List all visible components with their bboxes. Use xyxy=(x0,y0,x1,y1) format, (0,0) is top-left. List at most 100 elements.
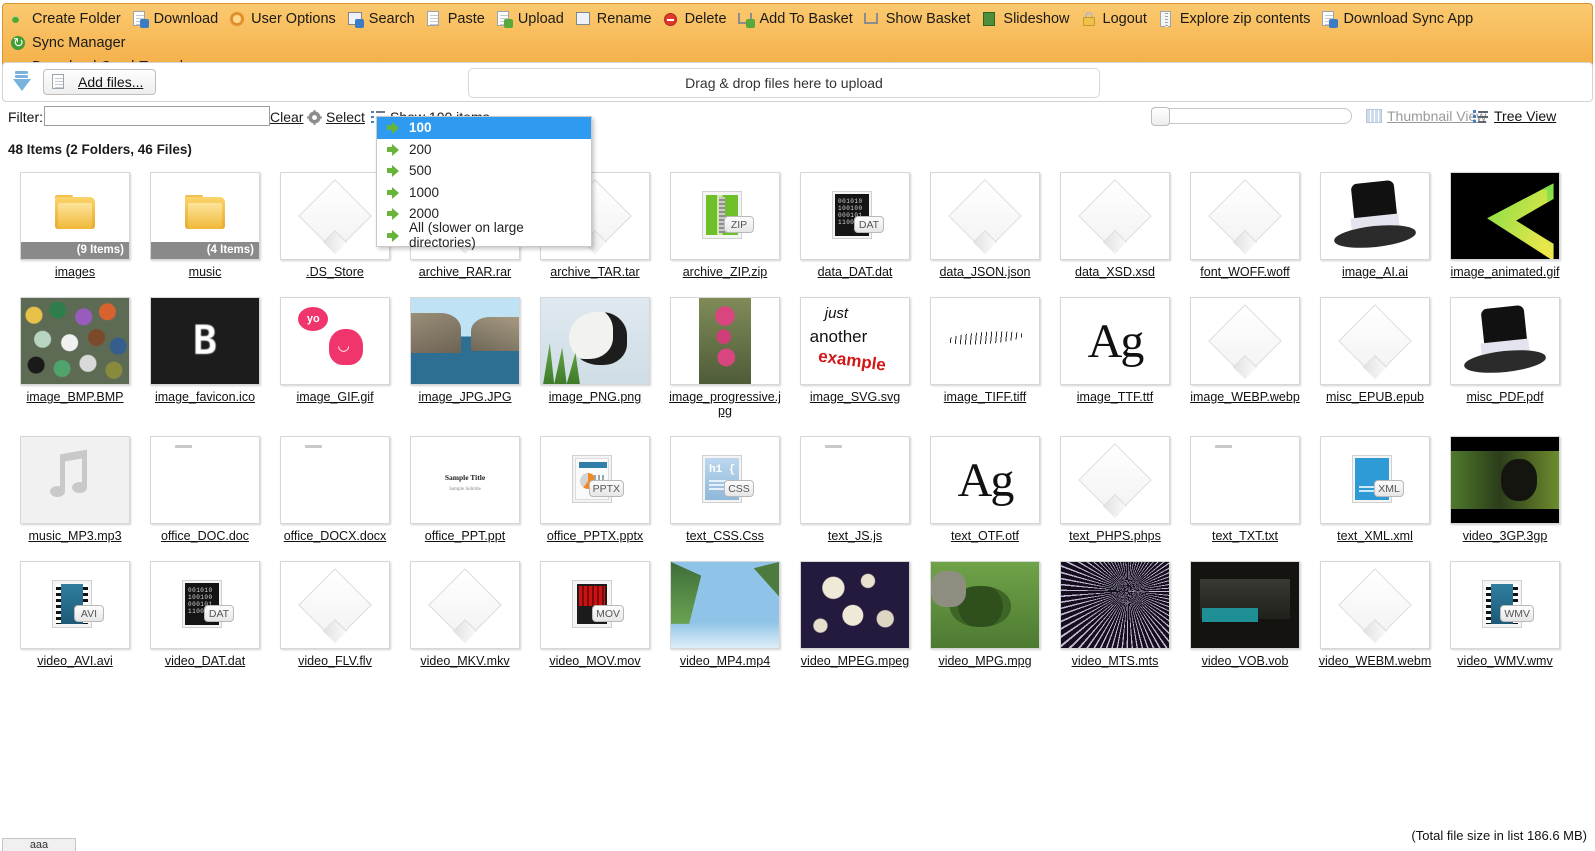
thumbnail-size-slider[interactable] xyxy=(1151,107,1352,126)
file-name-link[interactable]: font_WOFF.woff xyxy=(1186,265,1304,279)
file-name-link[interactable]: image_PNG.png xyxy=(536,390,654,404)
file-name-link[interactable]: .DS_Store xyxy=(276,265,394,279)
file-name-link[interactable]: image_AI.ai xyxy=(1316,265,1434,279)
file-thumbnail[interactable] xyxy=(150,436,260,524)
file-name-link[interactable]: office_PPTX.pptx xyxy=(536,529,654,543)
file-name-link[interactable]: video_MKV.mkv xyxy=(406,654,524,668)
file-name-link[interactable]: video_FLV.flv xyxy=(276,654,394,668)
toolbar-item-logout[interactable]: Logout xyxy=(1080,9,1147,29)
file-thumbnail[interactable] xyxy=(930,297,1040,385)
file-name-link[interactable]: image_GIF.gif xyxy=(276,390,394,404)
file-name-link[interactable]: image_TTF.ttf xyxy=(1056,390,1174,404)
file-thumbnail[interactable] xyxy=(1060,561,1170,649)
thumbnail-view-toggle[interactable]: Thumbnail View xyxy=(1366,108,1486,124)
file-thumbnail[interactable] xyxy=(670,561,780,649)
file-thumbnail[interactable] xyxy=(1060,436,1170,524)
file-name-link[interactable]: image_BMP.BMP xyxy=(16,390,134,404)
file-thumbnail[interactable] xyxy=(1190,172,1300,260)
file-thumbnail[interactable]: (4 Items) xyxy=(150,172,260,260)
toolbar-item-upload[interactable]: Upload xyxy=(495,9,564,29)
file-thumbnail[interactable]: ZIP xyxy=(670,172,780,260)
file-thumbnail[interactable]: AVI xyxy=(20,561,130,649)
file-name-link[interactable]: office_DOC.doc xyxy=(146,529,264,543)
file-thumbnail[interactable]: Sample Title Sample Subtitle xyxy=(410,436,520,524)
file-thumbnail[interactable] xyxy=(670,297,780,385)
file-thumbnail[interactable] xyxy=(280,436,390,524)
file-thumbnail[interactable] xyxy=(800,561,910,649)
file-name-link[interactable]: image_SVG.svg xyxy=(796,390,914,404)
file-name-link[interactable]: office_PPT.ppt xyxy=(406,529,524,543)
file-thumbnail[interactable] xyxy=(540,297,650,385)
toolbar-item-rename[interactable]: Rename xyxy=(574,9,652,29)
file-thumbnail[interactable] xyxy=(1320,297,1430,385)
file-thumbnail[interactable]: MOV xyxy=(540,561,650,649)
file-thumbnail[interactable] xyxy=(1320,172,1430,260)
file-name-link[interactable]: misc_EPUB.epub xyxy=(1316,390,1434,404)
file-name-link[interactable]: text_PHPS.phps xyxy=(1056,529,1174,543)
dropdown-option-500[interactable]: 500 xyxy=(377,160,591,182)
file-thumbnail[interactable] xyxy=(930,561,1040,649)
file-thumbnail[interactable] xyxy=(800,436,910,524)
file-thumbnail[interactable]: h1 {CSS xyxy=(670,436,780,524)
file-thumbnail[interactable] xyxy=(280,172,390,260)
file-name-link[interactable]: text_OTF.otf xyxy=(926,529,1044,543)
file-thumbnail[interactable]: XML xyxy=(1320,436,1430,524)
file-thumbnail[interactable]: (9 Items) xyxy=(20,172,130,260)
file-thumbnail[interactable] xyxy=(410,297,520,385)
toolbar-item-download-sync-app[interactable]: Download Sync App xyxy=(1320,9,1473,29)
file-name-link[interactable]: text_CSS.Css xyxy=(666,529,784,543)
file-thumbnail[interactable] xyxy=(1320,561,1430,649)
file-name-link[interactable]: video_AVI.avi xyxy=(16,654,134,668)
file-name-link[interactable]: archive_RAR.rar xyxy=(406,265,524,279)
file-name-link[interactable]: image_favicon.ico xyxy=(146,390,264,404)
file-thumbnail[interactable] xyxy=(1060,172,1170,260)
file-name-link[interactable]: text_XML.xml xyxy=(1316,529,1434,543)
file-name-link[interactable]: archive_ZIP.zip xyxy=(666,265,784,279)
select-link[interactable]: Select xyxy=(326,109,365,125)
file-name-link[interactable]: image_JPG.JPG xyxy=(406,390,524,404)
slider-handle[interactable] xyxy=(1151,107,1170,126)
file-thumbnail[interactable]: B xyxy=(150,297,260,385)
file-thumbnail[interactable]: just another example xyxy=(800,297,910,385)
file-name-link[interactable]: archive_TAR.tar xyxy=(536,265,654,279)
file-thumbnail[interactable]: 001010 100100 000101 110011 DAT xyxy=(150,561,260,649)
file-name-link[interactable]: video_MPG.mpg xyxy=(926,654,1044,668)
file-name-link[interactable]: image_TIFF.tiff xyxy=(926,390,1044,404)
file-name-link[interactable]: video_3GP.3gp xyxy=(1446,529,1564,543)
file-name-link[interactable]: video_MOV.mov xyxy=(536,654,654,668)
file-name-link[interactable]: video_WEBM.webm xyxy=(1316,654,1434,668)
file-thumbnail[interactable]: Ag xyxy=(1060,297,1170,385)
toolbar-item-download[interactable]: Download xyxy=(131,9,218,29)
file-thumbnail[interactable] xyxy=(1450,172,1560,260)
file-thumbnail[interactable]: WMV xyxy=(1450,561,1560,649)
file-name-link[interactable]: image_WEBP.webp xyxy=(1186,390,1304,404)
file-name-link[interactable]: data_JSON.json xyxy=(926,265,1044,279)
file-thumbnail[interactable]: PPTX xyxy=(540,436,650,524)
toolbar-item-sync-manager[interactable]: Sync Manager xyxy=(9,33,126,53)
file-thumbnail[interactable] xyxy=(20,436,130,524)
file-thumbnail[interactable] xyxy=(1190,297,1300,385)
file-name-link[interactable]: misc_PDF.pdf xyxy=(1446,390,1564,404)
file-thumbnail[interactable] xyxy=(1450,436,1560,524)
dropdown-option-200[interactable]: 200 xyxy=(377,139,591,161)
clear-filter-link[interactable]: Clear xyxy=(270,109,303,125)
file-thumbnail[interactable]: yo xyxy=(280,297,390,385)
tree-view-toggle[interactable]: Tree View xyxy=(1473,108,1556,124)
file-thumbnail[interactable] xyxy=(280,561,390,649)
file-thumbnail[interactable] xyxy=(1190,436,1300,524)
dropdown-option-100[interactable]: 100 xyxy=(377,117,591,139)
toolbar-item-explore-zip-contents[interactable]: Explore zip contents xyxy=(1157,9,1310,29)
file-thumbnail[interactable] xyxy=(1450,297,1560,385)
file-name-link[interactable]: music xyxy=(146,265,264,279)
file-name-link[interactable]: text_TXT.txt xyxy=(1186,529,1304,543)
toolbar-item-slideshow[interactable]: Slideshow xyxy=(980,9,1070,29)
toolbar-item-delete[interactable]: Delete xyxy=(662,9,727,29)
file-name-link[interactable]: video_VOB.vob xyxy=(1186,654,1304,668)
file-thumbnail[interactable] xyxy=(930,172,1040,260)
file-thumbnail[interactable] xyxy=(1190,561,1300,649)
file-name-link[interactable]: images xyxy=(16,265,134,279)
dropdown-option-all[interactable]: All (slower on large directories) xyxy=(377,220,591,250)
file-name-link[interactable]: text_JS.js xyxy=(796,529,914,543)
file-name-link[interactable]: video_DAT.dat xyxy=(146,654,264,668)
file-name-link[interactable]: video_MPEG.mpeg xyxy=(796,654,914,668)
